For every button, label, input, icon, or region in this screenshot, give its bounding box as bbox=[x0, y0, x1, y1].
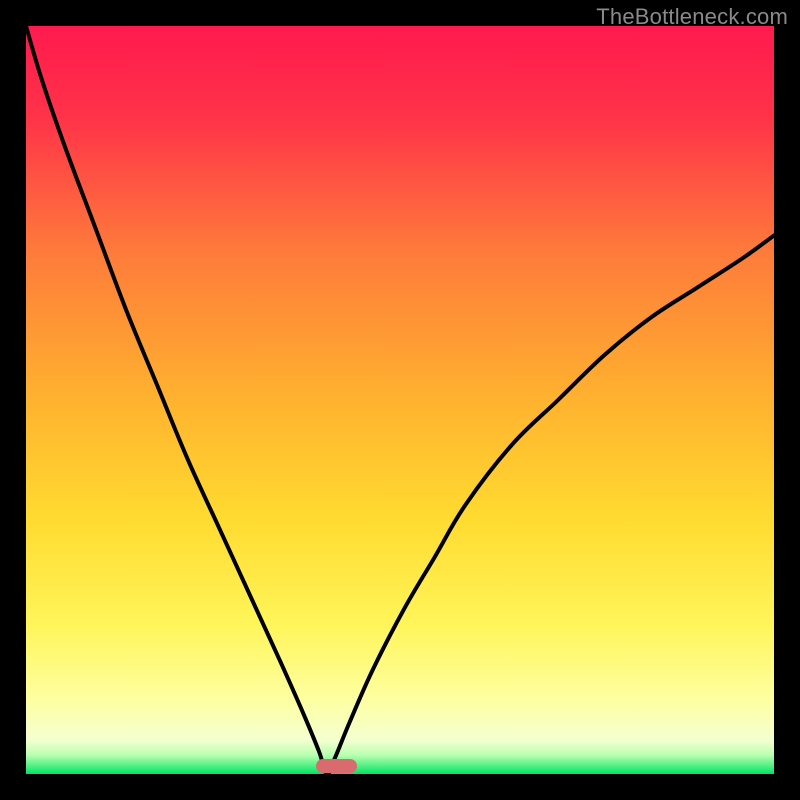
gradient-background bbox=[26, 26, 774, 774]
bottleneck-chart bbox=[26, 26, 774, 774]
watermark-text: TheBottleneck.com bbox=[596, 4, 788, 30]
plot-frame bbox=[26, 26, 774, 774]
minimum-marker bbox=[316, 759, 357, 773]
